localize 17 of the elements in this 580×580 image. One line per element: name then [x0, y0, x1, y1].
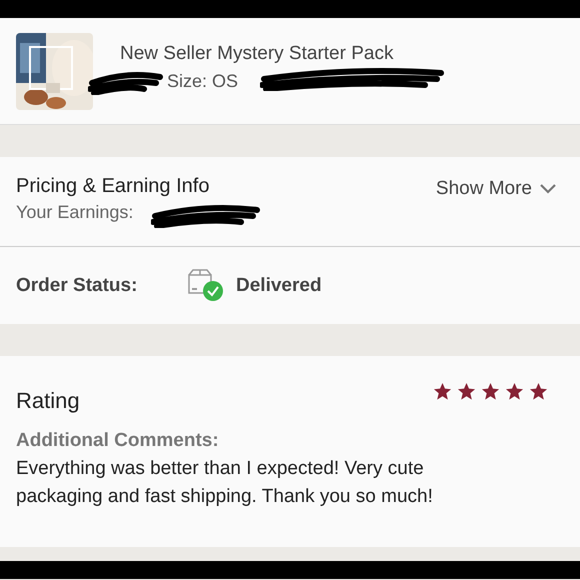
section-title: Pricing & Earning Info — [16, 175, 210, 198]
star-icon — [433, 382, 452, 401]
star-icon — [457, 382, 476, 401]
comments-label: Additional Comments: — [16, 430, 220, 452]
star-icon — [529, 382, 548, 401]
status-value: Delivered — [236, 274, 322, 296]
rating-title: Rating — [16, 388, 80, 414]
show-more-button[interactable]: Show More — [436, 175, 556, 203]
size-label: Size: OS — [167, 70, 238, 92]
package-check-icon — [188, 268, 224, 302]
star-icon — [505, 382, 524, 401]
chevron-down-icon — [540, 184, 556, 194]
comment-text: Everything was better than I expected! Very cute packaging and fast shipping. Thank you so much! — [16, 457, 434, 509]
star-icon — [481, 382, 500, 401]
status-label: Order Status: — [16, 274, 138, 296]
earnings-label: Your Earnings: — [16, 202, 134, 223]
product-title: New Seller Mystery Starter Pack — [120, 42, 394, 64]
